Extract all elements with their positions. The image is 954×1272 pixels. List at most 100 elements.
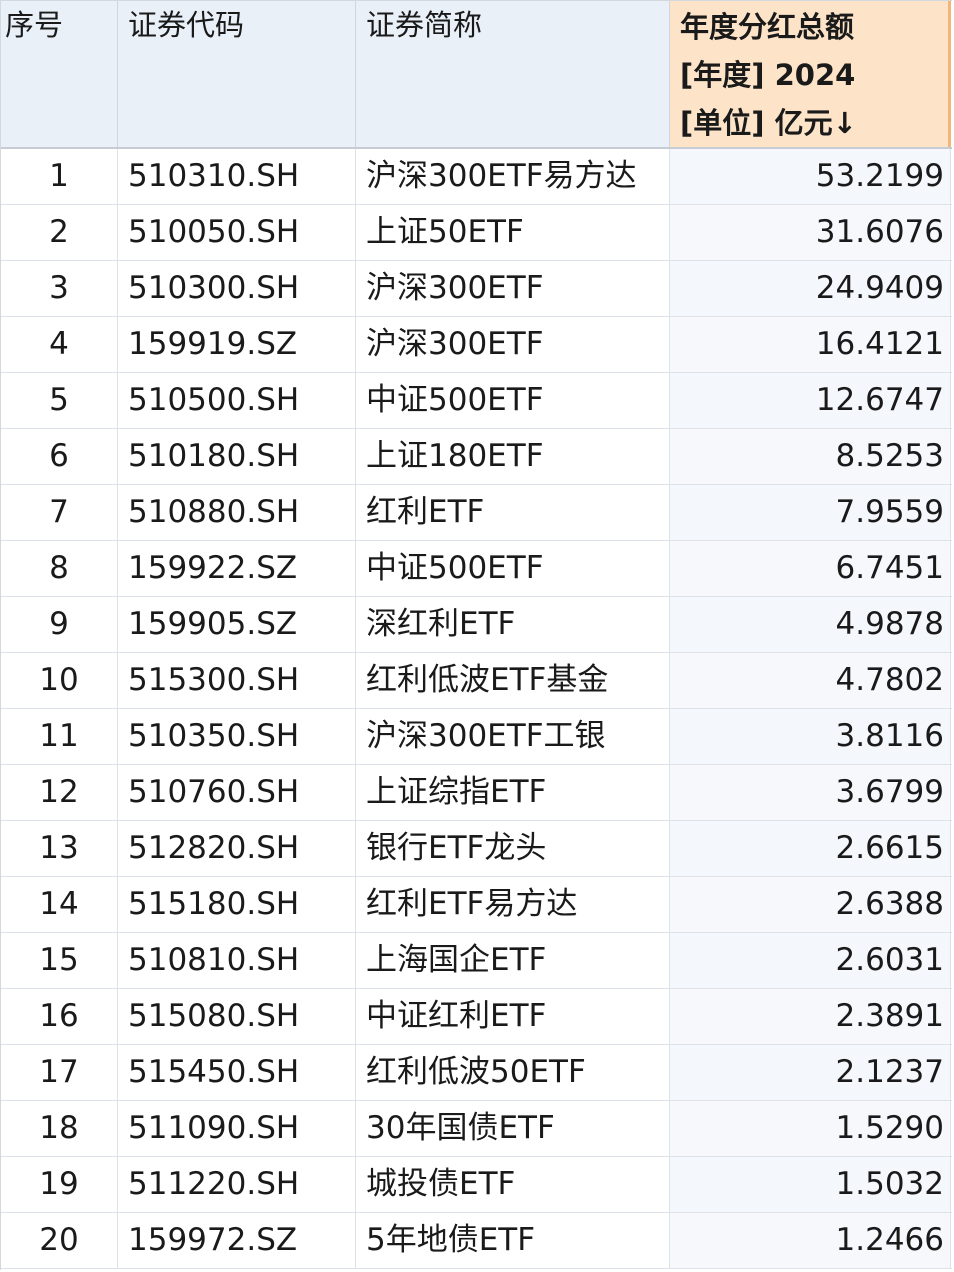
cell-name[interactable]: 上证180ETF	[356, 429, 670, 484]
cell-code[interactable]: 510880.SH	[118, 485, 356, 540]
cell-dividend[interactable]: 2.6031	[670, 933, 951, 988]
cell-code[interactable]: 159922.SZ	[118, 541, 356, 596]
cell-index[interactable]: 8	[1, 541, 118, 596]
cell-code[interactable]: 159972.SZ	[118, 1213, 356, 1268]
cell-dividend[interactable]: 4.9878	[670, 597, 951, 652]
cell-index[interactable]: 13	[1, 821, 118, 876]
cell-dividend[interactable]: 16.4121	[670, 317, 951, 372]
cell-dividend[interactable]: 2.6388	[670, 877, 951, 932]
cell-name[interactable]: 沪深300ETF	[356, 261, 670, 316]
cell-index[interactable]: 1	[1, 149, 118, 204]
table-row[interactable]: 20 159972.SZ 5年地债ETF 1.2466	[1, 1213, 952, 1269]
cell-index[interactable]: 3	[1, 261, 118, 316]
table-row[interactable]: 3 510300.SH 沪深300ETF 24.9409	[1, 261, 952, 317]
table-row[interactable]: 17 515450.SH 红利低波50ETF 2.1237	[1, 1045, 952, 1101]
cell-code[interactable]: 515450.SH	[118, 1045, 356, 1100]
cell-dividend[interactable]: 2.6615	[670, 821, 951, 876]
cell-code[interactable]: 510300.SH	[118, 261, 356, 316]
cell-dividend[interactable]: 8.5253	[670, 429, 951, 484]
cell-index[interactable]: 2	[1, 205, 118, 260]
cell-name[interactable]: 沪深300ETF	[356, 317, 670, 372]
cell-dividend[interactable]: 31.6076	[670, 205, 951, 260]
cell-code[interactable]: 511090.SH	[118, 1101, 356, 1156]
cell-name[interactable]: 5年地债ETF	[356, 1213, 670, 1268]
column-header-name[interactable]: 证券简称	[356, 1, 670, 147]
cell-index[interactable]: 14	[1, 877, 118, 932]
cell-index[interactable]: 20	[1, 1213, 118, 1268]
table-row[interactable]: 11 510350.SH 沪深300ETF工银 3.8116	[1, 709, 952, 765]
cell-code[interactable]: 510760.SH	[118, 765, 356, 820]
cell-index[interactable]: 17	[1, 1045, 118, 1100]
table-row[interactable]: 1 510310.SH 沪深300ETF易方达 53.2199	[1, 149, 952, 205]
cell-code[interactable]: 510350.SH	[118, 709, 356, 764]
cell-code[interactable]: 510050.SH	[118, 205, 356, 260]
table-row[interactable]: 7 510880.SH 红利ETF 7.9559	[1, 485, 952, 541]
cell-name[interactable]: 沪深300ETF易方达	[356, 149, 670, 204]
cell-name[interactable]: 上海国企ETF	[356, 933, 670, 988]
table-row[interactable]: 19 511220.SH 城投债ETF 1.5032	[1, 1157, 952, 1213]
cell-code[interactable]: 515300.SH	[118, 653, 356, 708]
cell-dividend[interactable]: 3.6799	[670, 765, 951, 820]
cell-index[interactable]: 16	[1, 989, 118, 1044]
cell-name[interactable]: 红利低波50ETF	[356, 1045, 670, 1100]
cell-name[interactable]: 银行ETF龙头	[356, 821, 670, 876]
cell-dividend[interactable]: 4.7802	[670, 653, 951, 708]
cell-code[interactable]: 510180.SH	[118, 429, 356, 484]
cell-dividend[interactable]: 1.2466	[670, 1213, 951, 1268]
table-row[interactable]: 4 159919.SZ 沪深300ETF 16.4121	[1, 317, 952, 373]
cell-index[interactable]: 4	[1, 317, 118, 372]
cell-name[interactable]: 中证红利ETF	[356, 989, 670, 1044]
table-row[interactable]: 5 510500.SH 中证500ETF 12.6747	[1, 373, 952, 429]
table-row[interactable]: 6 510180.SH 上证180ETF 8.5253	[1, 429, 952, 485]
cell-index[interactable]: 18	[1, 1101, 118, 1156]
cell-dividend[interactable]: 2.1237	[670, 1045, 951, 1100]
cell-index[interactable]: 10	[1, 653, 118, 708]
cell-index[interactable]: 5	[1, 373, 118, 428]
table-row[interactable]: 15 510810.SH 上海国企ETF 2.6031	[1, 933, 952, 989]
column-header-code[interactable]: 证券代码	[118, 1, 356, 147]
cell-dividend[interactable]: 2.3891	[670, 989, 951, 1044]
cell-dividend[interactable]: 53.2199	[670, 149, 951, 204]
table-row[interactable]: 9 159905.SZ 深红利ETF 4.9878	[1, 597, 952, 653]
table-row[interactable]: 13 512820.SH 银行ETF龙头 2.6615	[1, 821, 952, 877]
cell-name[interactable]: 城投债ETF	[356, 1157, 670, 1212]
cell-dividend[interactable]: 1.5290	[670, 1101, 951, 1156]
cell-index[interactable]: 12	[1, 765, 118, 820]
table-row[interactable]: 8 159922.SZ 中证500ETF 6.7451	[1, 541, 952, 597]
cell-code[interactable]: 511220.SH	[118, 1157, 356, 1212]
table-row[interactable]: 18 511090.SH 30年国债ETF 1.5290	[1, 1101, 952, 1157]
cell-code[interactable]: 515180.SH	[118, 877, 356, 932]
cell-index[interactable]: 9	[1, 597, 118, 652]
cell-name[interactable]: 红利ETF	[356, 485, 670, 540]
column-header-index[interactable]: 序号	[1, 1, 118, 147]
cell-name[interactable]: 红利低波ETF基金	[356, 653, 670, 708]
cell-code[interactable]: 510810.SH	[118, 933, 356, 988]
cell-code[interactable]: 512820.SH	[118, 821, 356, 876]
table-row[interactable]: 10 515300.SH 红利低波ETF基金 4.7802	[1, 653, 952, 709]
column-header-dividend-sorted[interactable]: 年度分红总额 [年度] 2024 [单位] 亿元↓	[670, 1, 951, 147]
cell-name[interactable]: 沪深300ETF工银	[356, 709, 670, 764]
cell-index[interactable]: 11	[1, 709, 118, 764]
cell-code[interactable]: 515080.SH	[118, 989, 356, 1044]
cell-dividend[interactable]: 7.9559	[670, 485, 951, 540]
cell-name[interactable]: 中证500ETF	[356, 541, 670, 596]
cell-dividend[interactable]: 3.8116	[670, 709, 951, 764]
cell-name[interactable]: 深红利ETF	[356, 597, 670, 652]
cell-code[interactable]: 159919.SZ	[118, 317, 356, 372]
cell-name[interactable]: 中证500ETF	[356, 373, 670, 428]
cell-index[interactable]: 15	[1, 933, 118, 988]
cell-code[interactable]: 510500.SH	[118, 373, 356, 428]
cell-code[interactable]: 510310.SH	[118, 149, 356, 204]
cell-index[interactable]: 7	[1, 485, 118, 540]
cell-code[interactable]: 159905.SZ	[118, 597, 356, 652]
cell-name[interactable]: 红利ETF易方达	[356, 877, 670, 932]
table-row[interactable]: 14 515180.SH 红利ETF易方达 2.6388	[1, 877, 952, 933]
cell-dividend[interactable]: 24.9409	[670, 261, 951, 316]
cell-name[interactable]: 上证50ETF	[356, 205, 670, 260]
table-row[interactable]: 2 510050.SH 上证50ETF 31.6076	[1, 205, 952, 261]
cell-dividend[interactable]: 12.6747	[670, 373, 951, 428]
cell-dividend[interactable]: 1.5032	[670, 1157, 951, 1212]
cell-name[interactable]: 30年国债ETF	[356, 1101, 670, 1156]
table-row[interactable]: 12 510760.SH 上证综指ETF 3.6799	[1, 765, 952, 821]
cell-dividend[interactable]: 6.7451	[670, 541, 951, 596]
